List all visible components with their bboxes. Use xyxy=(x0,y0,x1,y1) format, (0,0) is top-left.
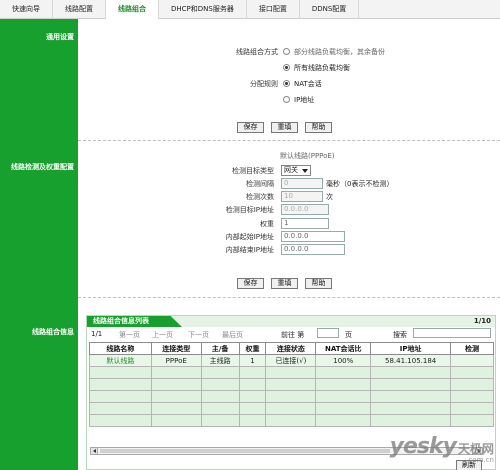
prev-page-link[interactable]: 上一页 xyxy=(152,330,173,340)
col-primary-backup[interactable]: 主/备 xyxy=(200,342,240,355)
target-type-select[interactable]: 网关 xyxy=(281,165,311,176)
alloc-nat-radio[interactable] xyxy=(283,80,290,87)
table-row-empty xyxy=(89,402,494,415)
table-row[interactable]: 默认线路 PPPoE 主线路 1 已连接(√) 100% 58.41.105.1… xyxy=(89,354,494,367)
target-type-label: 检测目标类型 xyxy=(232,167,274,175)
target-ip-field[interactable]: 0.0.0.0 xyxy=(281,204,329,215)
table-row-empty xyxy=(89,378,494,391)
mode-partial-radio[interactable] xyxy=(283,48,290,55)
target-ip-label: 检测目标IP地址 xyxy=(225,206,274,214)
interval-label: 检测间隔 xyxy=(246,180,274,188)
col-detect[interactable]: 检测 xyxy=(450,342,494,355)
general-reset-button[interactable]: 重填 xyxy=(271,122,298,133)
mode-all-label: 所有线路负载均衡 xyxy=(294,64,350,72)
search-label: 搜索 xyxy=(393,331,407,339)
weight-field[interactable]: 1 xyxy=(281,218,329,229)
col-conn-type[interactable]: 连接类型 xyxy=(150,342,202,355)
col-line-name[interactable]: 线路名称 xyxy=(89,342,152,355)
yesky-watermark-logo: yesky 天极网 com.cn xyxy=(389,434,494,464)
col-conn-status[interactable]: 连接状态 xyxy=(265,342,317,355)
count-label: 检测次数 xyxy=(246,193,274,201)
sidebar-label-info: 线路组合信息 xyxy=(32,328,74,336)
general-save-button[interactable]: 保存 xyxy=(237,122,264,133)
table-header-row: 线路名称 连接类型 主/备 权重 连接状态 NAT会话比 IP地址 检测 xyxy=(89,342,494,355)
cell-conn-status: 已连接(√) xyxy=(265,354,317,367)
col-weight[interactable]: 权重 xyxy=(238,342,267,355)
table-row-empty xyxy=(89,414,494,427)
chevron-down-icon xyxy=(302,169,308,173)
sidebar-label-detect: 线路检测及权重配置 xyxy=(11,163,74,171)
line-name-heading: 默认线路(PPPoE) xyxy=(280,152,335,160)
scroll-left-arrow-icon[interactable] xyxy=(91,448,98,454)
last-page-link[interactable]: 最后页 xyxy=(222,330,243,340)
tab-quick-wizard[interactable]: 快速向导 xyxy=(0,0,53,19)
cell-weight: 1 xyxy=(238,354,267,367)
section-divider xyxy=(78,140,500,141)
first-page-link[interactable]: 第一页 xyxy=(119,330,140,340)
tab-line-config[interactable]: 线路配置 xyxy=(53,0,106,19)
cell-conn-type: PPPoE xyxy=(150,354,202,367)
weight-label: 权重 xyxy=(260,220,274,228)
cell-ip-address: 58.41.105.184 xyxy=(370,354,452,367)
panel-page-count: 1/10 xyxy=(473,317,491,325)
tab-interface-config[interactable]: 接口配置 xyxy=(247,0,300,19)
mode-all-radio[interactable] xyxy=(283,64,290,71)
cell-nat-ratio: 100% xyxy=(315,354,372,367)
panel-title: 线路组合信息列表 xyxy=(87,316,182,327)
interval-unit: 毫秒（0表示不检测） xyxy=(326,180,394,188)
start-ip-label: 内部起始IP地址 xyxy=(225,233,274,241)
goto-page-input[interactable] xyxy=(317,328,339,338)
interval-field[interactable]: 0 xyxy=(281,178,323,189)
alloc-ip-label: IP地址 xyxy=(294,96,315,104)
detect-save-button[interactable]: 保存 xyxy=(237,278,264,289)
goto-suffix: 页 xyxy=(345,331,352,339)
main-content: 线路组合方式 部分线路负载均衡，其余备份 所有线路负载均衡 分配规则 NAT会话… xyxy=(78,19,500,470)
alloc-nat-label: NAT会话 xyxy=(294,80,322,88)
search-input[interactable] xyxy=(413,328,491,338)
tab-ddns-config[interactable]: DDNS配置 xyxy=(300,0,360,19)
top-tab-bar: 快速向导 线路配置 线路组合 DHCP和DNS服务器 接口配置 DDNS配置 xyxy=(0,0,500,19)
tab-line-combination[interactable]: 线路组合 xyxy=(106,0,159,19)
end-ip-label: 内部结束IP地址 xyxy=(225,246,274,254)
scroll-thumb[interactable] xyxy=(100,449,390,453)
general-help-button[interactable]: 帮助 xyxy=(305,122,332,133)
next-page-link[interactable]: 下一页 xyxy=(188,330,209,340)
cell-detect xyxy=(450,354,494,367)
start-ip-field[interactable]: 0.0.0.0 xyxy=(281,231,345,242)
section-sidebar: 通用设置 线路检测及权重配置 线路组合信息 xyxy=(0,19,78,470)
sidebar-label-general: 通用设置 xyxy=(46,33,74,41)
table-row-empty xyxy=(89,390,494,403)
page-info: 1/1 xyxy=(91,330,103,338)
mode-label: 线路组合方式 xyxy=(236,48,278,56)
table-row-empty xyxy=(89,366,494,379)
pager-bar: 1/1 第一页 上一页 下一页 最后页 前往 第 页 搜索 xyxy=(87,328,495,340)
goto-prefix: 前往 第 xyxy=(281,331,305,339)
end-ip-field[interactable]: 0.0.0.0 xyxy=(281,244,345,255)
tab-dhcp-dns[interactable]: DHCP和DNS服务器 xyxy=(159,0,247,19)
section-divider xyxy=(78,297,500,298)
mode-partial-label: 部分线路负载均衡，其余备份 xyxy=(294,48,385,56)
detect-help-button[interactable]: 帮助 xyxy=(305,278,332,289)
count-unit: 次 xyxy=(326,193,333,201)
cell-line-name[interactable]: 默认线路 xyxy=(89,354,152,367)
alloc-label: 分配规则 xyxy=(250,80,278,88)
col-nat-ratio[interactable]: NAT会话比 xyxy=(315,342,372,355)
cell-primary-backup: 主线路 xyxy=(200,354,240,367)
line-info-table: 线路名称 连接类型 主/备 权重 连接状态 NAT会话比 IP地址 检测 默认线… xyxy=(89,342,494,427)
alloc-ip-radio[interactable] xyxy=(283,96,290,103)
panel-header: 线路组合信息列表 1/10 xyxy=(87,316,495,327)
col-ip-address[interactable]: IP地址 xyxy=(370,342,452,355)
count-field[interactable]: 10 xyxy=(281,191,323,202)
detect-reset-button[interactable]: 重填 xyxy=(271,278,298,289)
